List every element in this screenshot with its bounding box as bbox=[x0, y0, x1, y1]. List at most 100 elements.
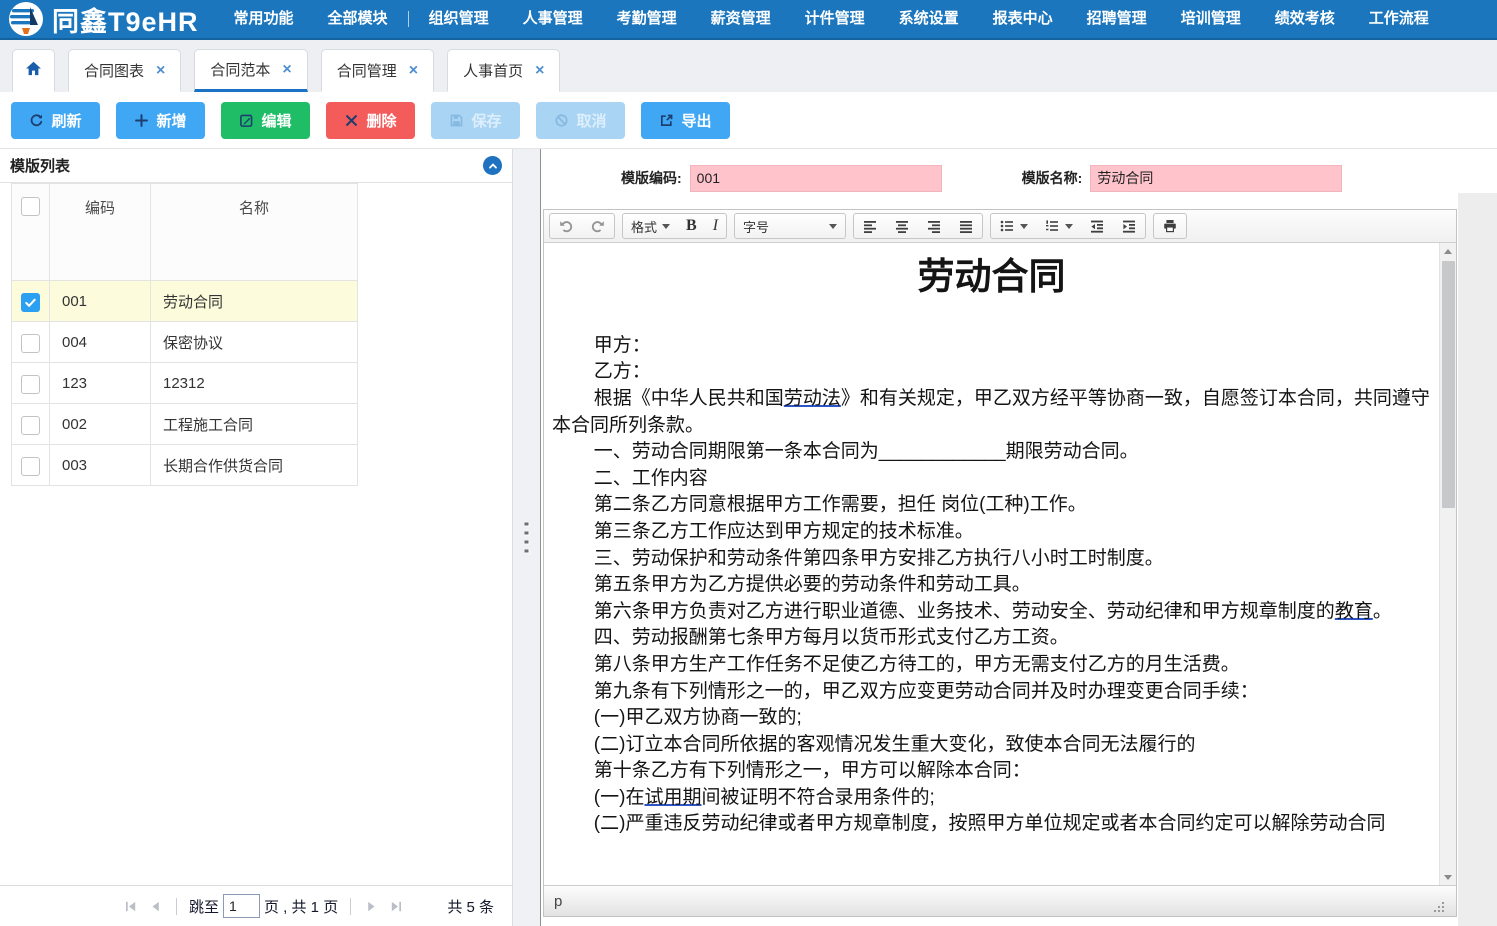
template-code-input[interactable] bbox=[690, 165, 942, 192]
select-all-checkbox[interactable] bbox=[21, 197, 40, 216]
prev-page-button[interactable] bbox=[148, 899, 163, 914]
scroll-down-icon[interactable] bbox=[1440, 869, 1456, 885]
bullet-list-button[interactable] bbox=[991, 214, 1036, 238]
fontsize-select[interactable]: 字号 bbox=[735, 214, 845, 238]
close-tab-icon[interactable]: × bbox=[535, 63, 544, 79]
nav-item[interactable]: 报表中心 bbox=[976, 0, 1070, 38]
align-center-button[interactable] bbox=[886, 214, 918, 238]
button-label: 取消 bbox=[576, 110, 606, 131]
numbered-list-button[interactable] bbox=[1036, 214, 1081, 238]
table-row[interactable]: 001劳动合同 bbox=[12, 281, 358, 322]
nav-item[interactable]: 考勤管理 bbox=[600, 0, 694, 38]
tab-label: 合同管理 bbox=[337, 60, 397, 81]
tab[interactable]: 合同管理 × bbox=[321, 49, 434, 92]
collapse-panel-button[interactable] bbox=[483, 156, 502, 175]
export-button[interactable]: 导出 bbox=[641, 102, 730, 139]
text-segment: 第六条甲方负责对乙方进行职业道德、业务技术、劳动安全、劳动纪律和甲方规章制度的 bbox=[594, 601, 1335, 622]
align-left-button[interactable] bbox=[854, 214, 886, 238]
first-page-button[interactable] bbox=[123, 899, 138, 914]
close-tab-icon[interactable]: × bbox=[282, 62, 291, 78]
nav-item[interactable]: 绩效考核 bbox=[1258, 0, 1352, 38]
next-page-button[interactable] bbox=[364, 899, 379, 914]
text-segment: (二)订立本合同所依据的客观情况发生重大变化，致使本合同无法履行的 bbox=[594, 734, 1196, 755]
editor-scrollbar[interactable] bbox=[1439, 243, 1456, 885]
redo-icon bbox=[590, 218, 606, 234]
nav-item[interactable]: 招聘管理 bbox=[1070, 0, 1164, 38]
resize-grip-icon[interactable] bbox=[1432, 900, 1446, 914]
edit-button[interactable]: 编辑 bbox=[221, 102, 310, 139]
text-segment: (二)严重违反劳动纪律或者甲方规章制度，按照甲方单位规定或者本合同约定可以解除劳… bbox=[594, 813, 1386, 834]
table-row[interactable]: 12312312 bbox=[12, 363, 358, 404]
text-segment: 二、工作内容 bbox=[594, 468, 708, 489]
page: 同鑫T9eHR 常用功能全部模块组织管理人事管理考勤管理薪资管理计件管理系统设置… bbox=[0, 0, 1497, 926]
home-icon bbox=[25, 60, 42, 81]
align-left-icon bbox=[862, 218, 878, 234]
cell-code: 002 bbox=[50, 404, 151, 445]
button-label: 刷新 bbox=[51, 110, 81, 131]
nav-item[interactable]: 培训管理 bbox=[1164, 0, 1258, 38]
caret-down-icon bbox=[1020, 224, 1028, 229]
column-header-code[interactable]: 编码 bbox=[50, 184, 151, 281]
align-justify-button[interactable] bbox=[950, 214, 982, 238]
document-paragraph: 四、劳动报酬第七条甲方每月以货币形式支付乙方工资。 bbox=[552, 625, 1431, 652]
rich-text-editor: 格式 B I 字号 bbox=[543, 209, 1457, 917]
panel-header: 模版列表 bbox=[0, 149, 512, 183]
tab[interactable]: 合同图表× bbox=[68, 49, 181, 92]
scroll-up-icon[interactable] bbox=[1440, 243, 1456, 259]
print-button[interactable] bbox=[1154, 214, 1186, 238]
nav-item[interactable]: 人事管理 bbox=[506, 0, 600, 38]
template-name-input[interactable] bbox=[1090, 165, 1342, 192]
numbered-list-icon bbox=[1044, 218, 1060, 234]
panel-splitter[interactable] bbox=[513, 149, 541, 926]
scrollbar-thumb[interactable] bbox=[1442, 261, 1455, 508]
close-tab-icon[interactable]: × bbox=[156, 63, 165, 79]
align-right-button[interactable] bbox=[918, 214, 950, 238]
undo-button[interactable] bbox=[550, 214, 582, 238]
nav-item[interactable]: 组织管理 bbox=[412, 0, 506, 38]
caret-down-icon bbox=[1065, 224, 1073, 229]
element-path[interactable]: p bbox=[554, 893, 562, 910]
document-title: 劳动合同 bbox=[552, 251, 1431, 303]
table-row[interactable]: 004保密协议 bbox=[12, 322, 358, 363]
row-checkbox[interactable] bbox=[21, 416, 40, 435]
row-checkbox[interactable] bbox=[21, 457, 40, 476]
outdent-icon bbox=[1089, 218, 1105, 234]
inline-link[interactable]: 试用期 bbox=[644, 787, 701, 808]
outdent-button[interactable] bbox=[1081, 214, 1113, 238]
bold-button[interactable]: B bbox=[678, 214, 705, 238]
refresh-button[interactable]: 刷新 bbox=[11, 102, 100, 139]
indent-button[interactable] bbox=[1113, 214, 1145, 238]
last-page-button[interactable] bbox=[389, 899, 404, 914]
nav-item[interactable]: 全部模块 bbox=[311, 0, 405, 38]
page-number-input[interactable] bbox=[223, 894, 260, 918]
format-select[interactable]: 格式 bbox=[623, 214, 678, 238]
document-editing-area[interactable]: 劳动合同甲方：乙方：根据《中华人民共和国劳动法》和有关规定，甲乙双方经平等协商一… bbox=[544, 243, 1439, 885]
delete-button[interactable]: 删除 bbox=[326, 102, 415, 139]
row-checkbox[interactable] bbox=[21, 375, 40, 394]
row-checkbox[interactable] bbox=[21, 293, 40, 312]
nav-item[interactable]: 薪资管理 bbox=[694, 0, 788, 38]
tab[interactable]: 人事首页× bbox=[447, 49, 560, 92]
save-button[interactable]: 保存 bbox=[431, 102, 520, 139]
tab-home[interactable] bbox=[12, 49, 55, 92]
inline-link[interactable]: 教育 bbox=[1335, 601, 1373, 622]
print-icon bbox=[1162, 218, 1178, 234]
add-button[interactable]: 新增 bbox=[116, 102, 205, 139]
table-row[interactable]: 003长期合作供货合同 bbox=[12, 445, 358, 486]
redo-button[interactable] bbox=[582, 214, 614, 238]
cancel-button[interactable]: 取消 bbox=[536, 102, 625, 139]
table-row[interactable]: 002工程施工合同 bbox=[12, 404, 358, 445]
caret-down-icon bbox=[662, 224, 670, 229]
cell-name: 工程施工合同 bbox=[151, 404, 358, 445]
tab[interactable]: 合同范本× bbox=[194, 49, 307, 92]
inline-link[interactable]: 劳动法 bbox=[784, 388, 841, 409]
column-header-name[interactable]: 名称 bbox=[151, 184, 358, 281]
italic-button[interactable]: I bbox=[705, 214, 726, 238]
nav-item[interactable]: 常用功能 bbox=[217, 0, 311, 38]
row-checkbox[interactable] bbox=[21, 334, 40, 353]
nav-item[interactable]: 系统设置 bbox=[882, 0, 976, 38]
nav-item[interactable]: 计件管理 bbox=[788, 0, 882, 38]
document-paragraph: 第三条乙方工作应达到甲方规定的技术标准。 bbox=[552, 519, 1431, 546]
close-tab-icon[interactable]: × bbox=[409, 63, 418, 79]
nav-item[interactable]: 工作流程 bbox=[1352, 0, 1446, 38]
